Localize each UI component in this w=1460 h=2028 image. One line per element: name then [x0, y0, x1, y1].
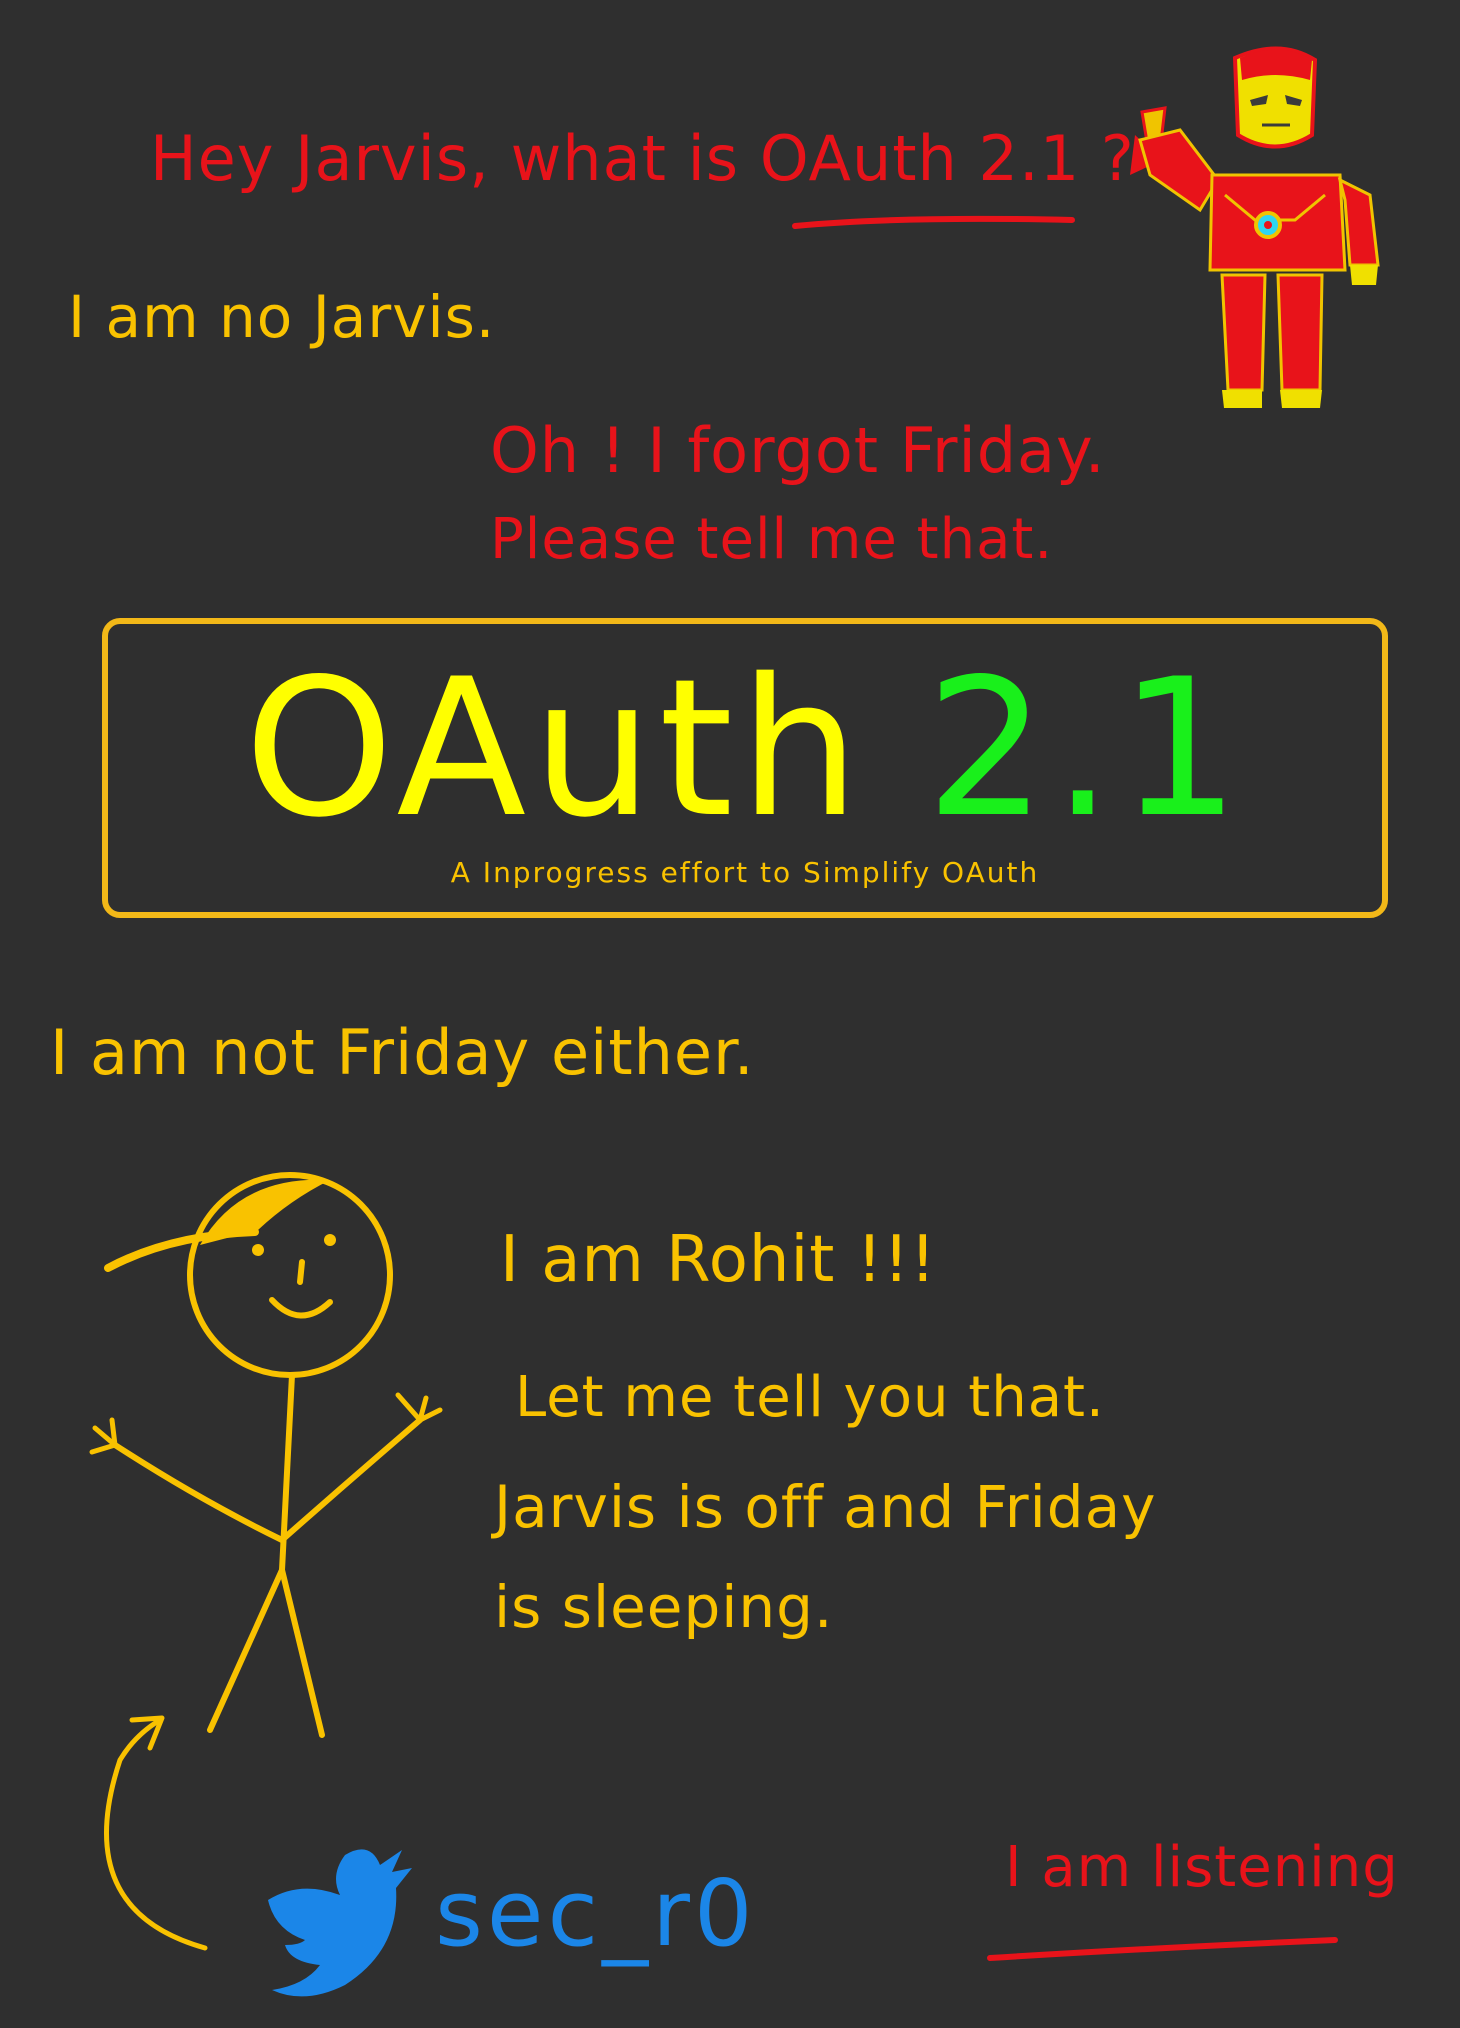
is-sleeping-text: is sleeping.	[494, 1573, 834, 1641]
title-box: OAuth 2.1 A Inprogress effort to Simplify…	[102, 618, 1388, 918]
title-subtitle: A Inprogress effort to Simplify OAuth	[450, 856, 1040, 889]
title-word: OAuth	[244, 638, 866, 859]
no-jarvis-text: I am no Jarvis.	[68, 283, 496, 351]
question-text: Hey Jarvis, what is OAuth 2.1 ?	[150, 122, 1135, 195]
twitter-handle[interactable]: sec_r0	[435, 1868, 756, 1960]
comic-canvas: Hey Jarvis, what is OAuth 2.1 ? I am no …	[0, 0, 1460, 2028]
please-tell-text: Please tell me that.	[490, 507, 1054, 572]
forgot-friday-text: Oh ! I forgot Friday.	[490, 414, 1106, 487]
jarvis-off-text: Jarvis is off and Friday	[494, 1473, 1157, 1541]
title-version: 2.1	[925, 638, 1246, 859]
i-am-rohit-text: I am Rohit !!!	[500, 1223, 937, 1297]
let-me-tell-text: Let me tell you that.	[515, 1365, 1105, 1430]
not-friday-text: I am not Friday either.	[50, 1016, 755, 1089]
listening-text: I am listening	[1005, 1835, 1399, 1900]
big-title: OAuth 2.1	[108, 654, 1382, 844]
